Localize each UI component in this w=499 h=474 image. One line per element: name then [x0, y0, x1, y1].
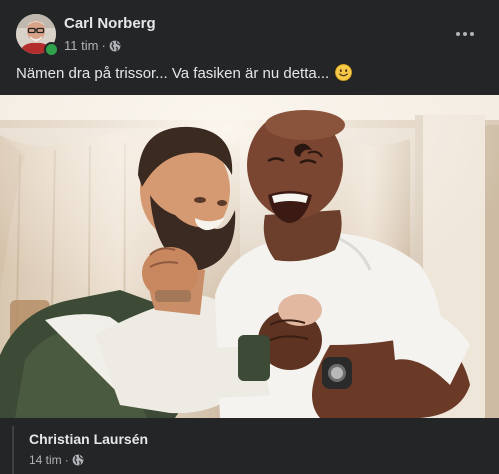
post-header: Carl Norberg 11 tim · [16, 14, 483, 58]
comment-meta: 14 tim · [29, 453, 84, 467]
post-text: Nämen dra på trissor... Va fasiken är nu… [16, 64, 353, 82]
facebook-post: Carl Norberg 11 tim · Nämen dra på triss… [0, 0, 499, 474]
globe-icon[interactable] [109, 40, 121, 52]
comment-preview: Christian Laursén 14 tim · [0, 418, 499, 474]
globe-icon[interactable] [72, 454, 84, 466]
comment-thread-line [12, 426, 14, 474]
online-status-indicator [44, 42, 59, 57]
more-horizontal-icon [456, 32, 460, 36]
post-text-content: Nämen dra på trissor... Va fasiken är nu… [16, 65, 330, 82]
more-dot [463, 32, 467, 36]
more-options-button[interactable] [447, 20, 483, 48]
post-author-name[interactable]: Carl Norberg [64, 15, 156, 32]
comment-timestamp[interactable]: 14 tim [29, 453, 62, 467]
meta-separator: · [64, 453, 69, 467]
post-photo[interactable] [0, 95, 499, 418]
more-dot [470, 32, 474, 36]
post-timestamp[interactable]: 11 tim [64, 38, 98, 53]
meta-separator: · [101, 38, 106, 53]
post-meta: 11 tim · [64, 38, 121, 53]
smiling-face-emoji-icon [335, 64, 353, 81]
comment-author-name[interactable]: Christian Laursén [29, 431, 148, 447]
